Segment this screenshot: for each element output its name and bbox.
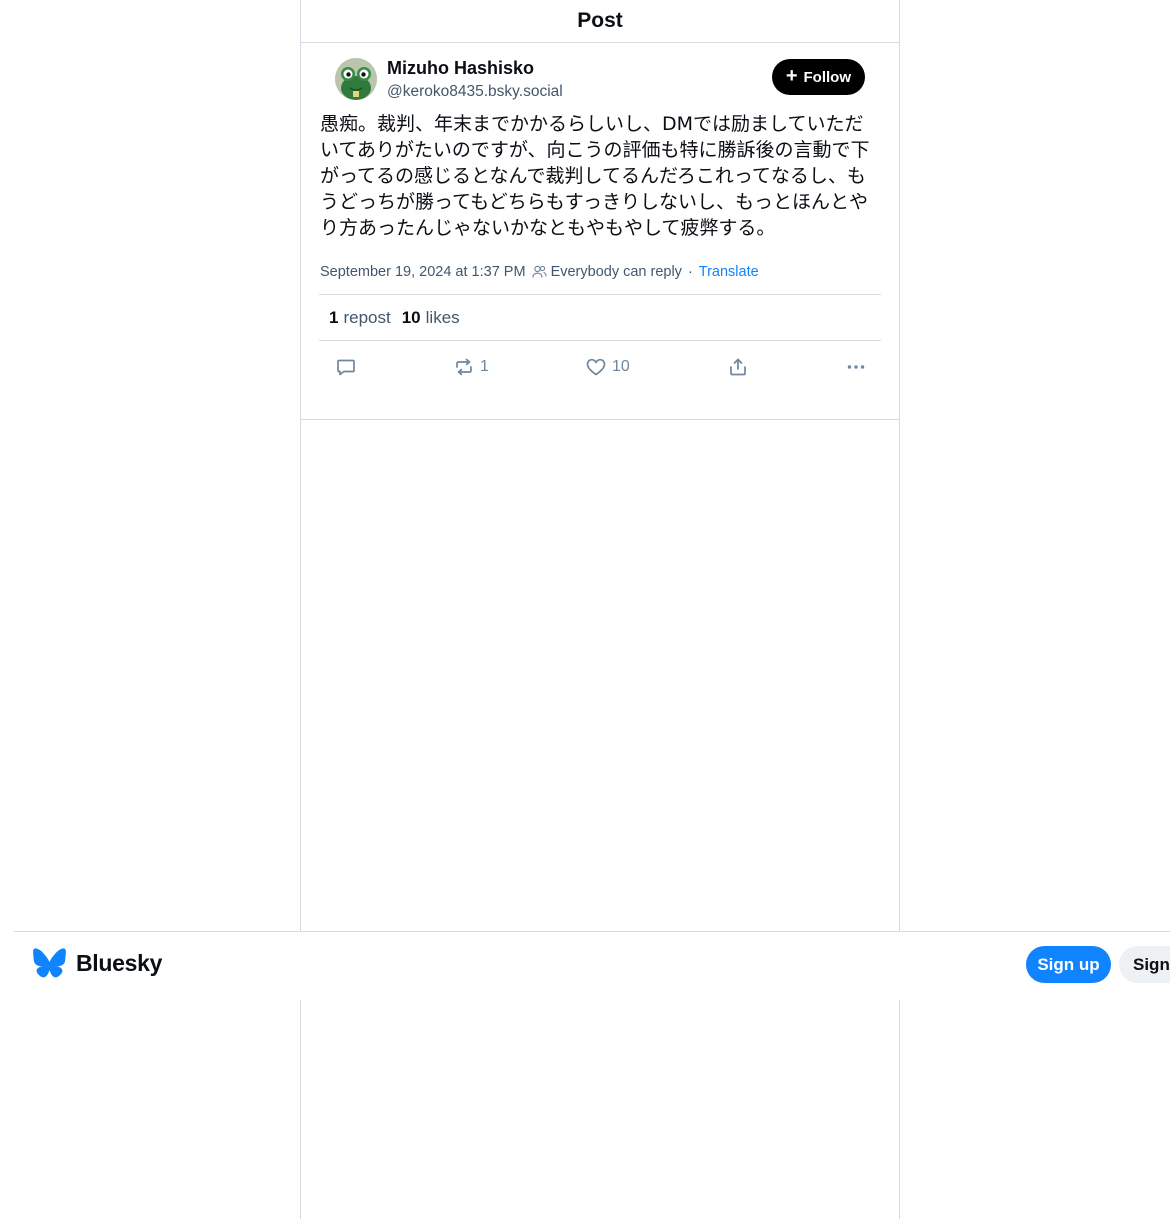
avatar[interactable]: [335, 58, 377, 100]
post-meta: September 19, 2024 at 1:37 PM Everybody …: [319, 260, 881, 284]
bottom-signup-bar: Bluesky Sign up Sign in: [14, 931, 1170, 1000]
repost-count: 1: [480, 358, 489, 375]
post-text: 愚痴。裁判、年末までかかるらしいし、DMでは励ましていただいてありがたいのですが…: [320, 113, 870, 239]
post-actions: 1 10: [319, 341, 881, 395]
post-thread-item: Mizuho Hashisko @keroko8435.bsky.social …: [301, 43, 899, 395]
follow-button-label: Follow: [803, 68, 852, 86]
frog-avatar-icon: [335, 58, 377, 100]
logo-text: Bluesky: [76, 949, 163, 976]
signin-button[interactable]: Sign in: [1119, 946, 1170, 983]
main-column: Post Mizuho Hashisko @keroko8435.bsky.so…: [300, 0, 900, 1219]
page-header: Post: [301, 0, 899, 43]
author-row: Mizuho Hashisko @keroko8435.bsky.social …: [319, 43, 881, 111]
reply-setting[interactable]: Everybody can reply: [551, 264, 682, 280]
share-button[interactable]: [727, 356, 749, 378]
signup-button[interactable]: Sign up: [1026, 946, 1111, 983]
engagement-stats: 1 repost 10 likes: [319, 294, 881, 341]
likes-stat[interactable]: 10 likes: [402, 308, 460, 328]
butterfly-icon: [33, 948, 66, 978]
more-options-button[interactable]: [845, 356, 867, 378]
repost-button[interactable]: 1: [453, 356, 489, 378]
thread-divider: [300, 419, 900, 420]
translate-link[interactable]: Translate: [699, 264, 759, 280]
bluesky-logo[interactable]: Bluesky: [33, 948, 162, 978]
page-title: Post: [577, 9, 623, 32]
follow-button[interactable]: + Follow: [771, 59, 865, 95]
likes-label: likes: [425, 307, 460, 327]
reply-button[interactable]: [335, 356, 357, 378]
reposts-stat[interactable]: 1 repost: [329, 308, 391, 328]
reply-icon: [337, 359, 355, 376]
author-display-name[interactable]: Mizuho Hashisko: [387, 58, 534, 79]
share-icon: [730, 358, 746, 376]
meta-separator: ·: [687, 264, 693, 280]
more-icon: [847, 365, 865, 369]
repost-icon: [456, 358, 472, 376]
likes-count: 10: [401, 307, 421, 327]
reposts-label: repost: [343, 307, 391, 327]
like-count: 10: [612, 358, 630, 375]
plus-icon: +: [785, 65, 798, 87]
reposts-count: 1: [329, 307, 339, 327]
heart-icon: [586, 358, 606, 376]
like-button[interactable]: 10: [585, 356, 630, 378]
post-timestamp[interactable]: September 19, 2024 at 1:37 PM: [320, 264, 526, 280]
author-handle[interactable]: @keroko8435.bsky.social: [387, 83, 563, 101]
people-icon: [531, 265, 547, 279]
